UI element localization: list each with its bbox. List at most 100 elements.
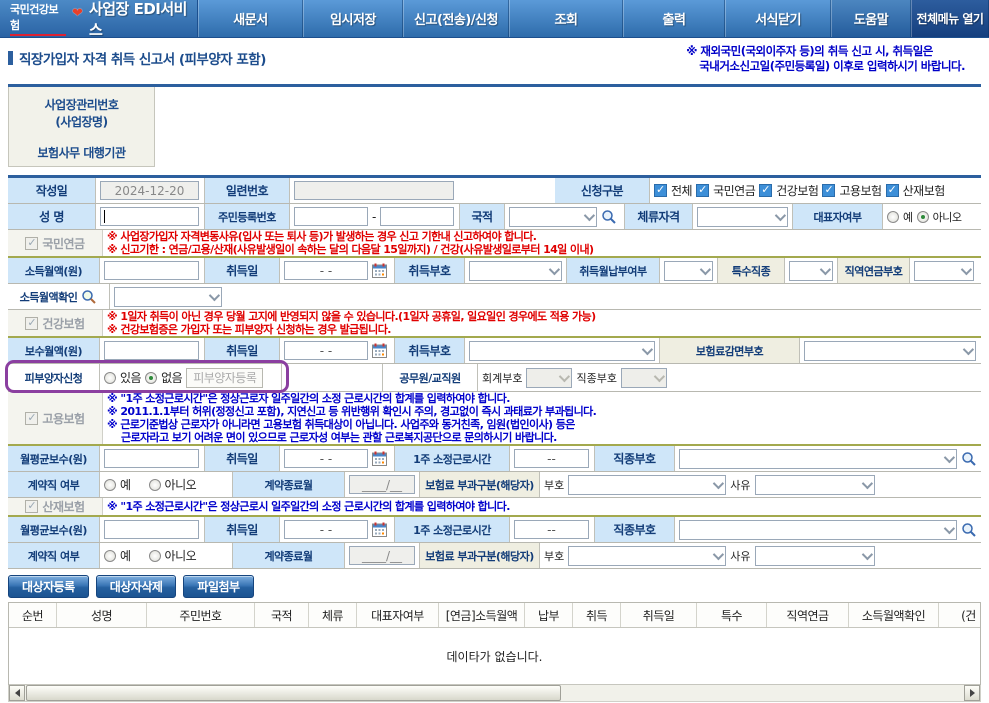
health-section-header: 건강보험 ※ 1일자 취득이 아닌 경우 당월 고지에 반영되지 않을 수 있습…: [8, 310, 981, 338]
pension-income-check-select[interactable]: [114, 286, 222, 307]
health-acq-code-select[interactable]: [469, 340, 655, 361]
employment-notice3: ※ 근로기준법상 근로자가 아니라면 고용보험 취득대상이 아닙니다. 사업주와…: [107, 418, 575, 431]
accident-contract-no-radio[interactable]: [148, 549, 161, 562]
employment-avg-pay-input[interactable]: [104, 449, 199, 468]
pension-acq-code-select[interactable]: [469, 260, 562, 281]
pension-code-label: 직역연금부호: [838, 258, 910, 283]
employment-jobcode-select[interactable]: [679, 448, 957, 469]
employment-calendar-icon[interactable]: [372, 451, 387, 466]
service-title: 사업장 EDI서비스: [88, 0, 188, 39]
health-acq-date-input[interactable]: - -: [284, 341, 368, 360]
checkbox-pension[interactable]: [696, 183, 710, 197]
menu-temp-save[interactable]: 임시저장: [303, 0, 403, 37]
pension-special-job-select[interactable]: [789, 260, 833, 281]
pension-section-label: 국민연금: [42, 236, 85, 251]
income-check-search-icon[interactable]: [81, 289, 97, 305]
employment-acq-date-input[interactable]: - -: [284, 449, 368, 468]
representative-yes-radio[interactable]: [887, 210, 899, 223]
pension-calendar-icon[interactable]: [372, 263, 387, 278]
accident-weekly-hours-input[interactable]: --: [514, 520, 589, 539]
action-buttons: 대상자등록 대상자삭제 파일첨부: [8, 575, 981, 598]
scrollbar-left-arrow[interactable]: [9, 685, 25, 701]
accident-levy-reason-select[interactable]: [754, 545, 875, 566]
menu-new-document[interactable]: 새문서: [198, 0, 303, 37]
employment-notices: ※ "1주 소정근로시간"은 정상근로자 일주일간의 소정 근로시간의 합계를 …: [103, 392, 981, 444]
pension-row-spacer: [228, 284, 981, 309]
accident-jobcode-search-icon[interactable]: [961, 522, 977, 538]
accident-section-toggle: 산재보험: [8, 498, 103, 515]
right-triangle-icon: [969, 689, 975, 697]
employment-levy-reason-select[interactable]: [754, 474, 875, 495]
app-logo: 국민건강보험 ❤ 사업장 EDI서비스: [0, 0, 198, 39]
health-reduction-select[interactable]: [804, 340, 976, 361]
rrn-front-input[interactable]: [294, 207, 368, 226]
name-input[interactable]: [100, 207, 199, 226]
grid-header-stay: 체류: [309, 603, 357, 627]
menu-report-submit[interactable]: 신고(전송)/신청: [403, 0, 509, 37]
employment-contract-yes-radio[interactable]: [104, 478, 116, 491]
checkbox-accident[interactable]: [885, 183, 899, 197]
accident-section-header: 산재보험 ※ "1주 소정근로시간"은 정상근로시 일주일간의 소정 근로시간의…: [8, 498, 981, 517]
register-target-button[interactable]: 대상자등록: [8, 575, 89, 598]
accident-avg-pay-input[interactable]: [104, 520, 199, 539]
pension-section-toggle: 국민연금: [8, 230, 103, 256]
menu-print[interactable]: 출력: [623, 0, 725, 37]
checkbox-all[interactable]: [654, 183, 667, 197]
grid-header-acq: 취득: [573, 603, 621, 627]
health-pay-input[interactable]: [104, 341, 199, 360]
accident-avg-pay-label: 월평균보수(원): [8, 517, 100, 542]
employment-levy-label: 보험료 부과구분(해당자): [420, 472, 540, 497]
scrollbar-thumb[interactable]: [26, 685, 561, 701]
nationality-select[interactable]: [509, 206, 597, 227]
delete-target-button[interactable]: 대상자삭제: [95, 575, 177, 598]
accident-contract-no-label: 아니오: [164, 549, 197, 563]
representative-label: 대표자여부: [793, 204, 883, 229]
insurance-agency-value: [155, 139, 981, 167]
accident-calendar-icon[interactable]: [372, 522, 387, 537]
dependent-no-label: 없음: [161, 371, 183, 385]
health-reduction-label: 보험료감면부호: [660, 338, 800, 363]
employment-section-label: 고용보험: [42, 411, 85, 426]
stay-status-label: 체류자격: [625, 204, 693, 229]
dependent-yes-radio[interactable]: [104, 371, 116, 384]
pension-income-label: 소득월액(원): [8, 258, 100, 283]
employment-levy-code-select[interactable]: [568, 474, 727, 495]
pension-month-pay-select[interactable]: [664, 260, 713, 281]
nationality-label: 국적: [460, 204, 505, 229]
pension-acq-date-input[interactable]: - -: [284, 261, 368, 280]
attach-file-button[interactable]: 파일첨부: [183, 575, 254, 598]
pension-income-check-cell: [110, 284, 228, 309]
write-date-input: 2024-12-20: [100, 181, 199, 200]
pension-special-job-label: 특수직종: [718, 258, 785, 283]
accident-contract-end-cell: ____/__: [345, 543, 420, 568]
employment-contract-no-radio[interactable]: [148, 478, 161, 491]
accident-contract-yes-radio[interactable]: [104, 549, 116, 562]
apply-type-options: 전체 국민연금 건강보험 고용보험 산재보험: [650, 178, 981, 203]
dependent-no-radio[interactable]: [145, 371, 158, 384]
accident-acq-date-input[interactable]: - -: [284, 520, 368, 539]
horizontal-scrollbar[interactable]: [8, 685, 981, 702]
menu-full-menu-open[interactable]: 전체메뉴 열기: [911, 0, 989, 37]
checkbox-employment[interactable]: [822, 183, 836, 197]
nationality-search-icon[interactable]: [601, 209, 617, 225]
health-pay-label: 보수월액(원): [8, 338, 100, 363]
accident-jobcode-select[interactable]: [679, 519, 957, 540]
pension-code-select[interactable]: [914, 260, 974, 281]
stay-status-select[interactable]: [697, 206, 788, 227]
rrn-back-input[interactable]: [380, 207, 455, 226]
employment-avg-pay-label: 월평균보수(원): [8, 446, 100, 471]
menu-help[interactable]: 도움말: [831, 0, 911, 37]
checkbox-employment-label: 고용보험: [839, 184, 882, 198]
representative-no-radio[interactable]: [916, 210, 929, 223]
health-calendar-icon[interactable]: [372, 343, 387, 358]
accident-levy-code-select[interactable]: [568, 545, 727, 566]
employment-jobcode-search-icon[interactable]: [961, 451, 977, 467]
employment-weekly-hours-input[interactable]: --: [514, 449, 589, 468]
checkbox-health[interactable]: [759, 183, 773, 197]
menu-inquiry[interactable]: 조회: [509, 0, 623, 37]
menu-close-form[interactable]: 서식닫기: [725, 0, 831, 37]
employment-acq-date-cell: - -: [280, 446, 395, 471]
accident-contract-end-label: 계약종료월: [233, 543, 345, 568]
pension-income-input[interactable]: [104, 261, 199, 280]
scrollbar-right-arrow[interactable]: [964, 685, 980, 701]
